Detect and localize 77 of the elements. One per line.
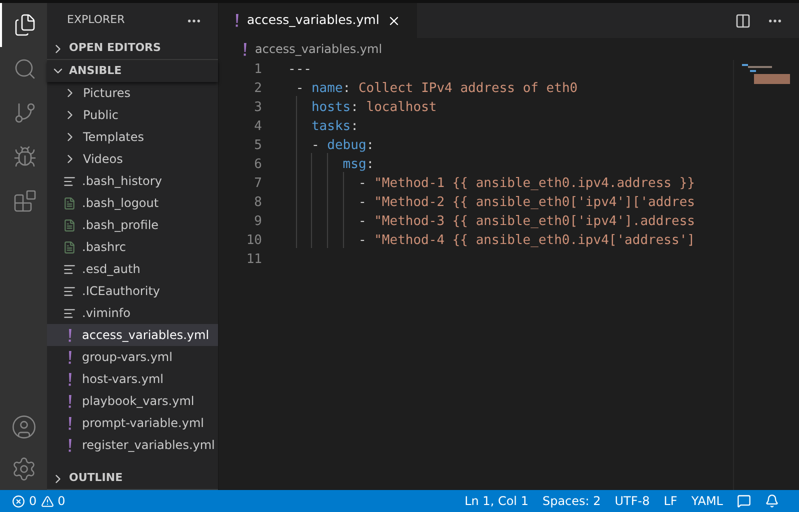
line-number: 11 <box>245 250 262 269</box>
exclamation-icon <box>235 14 239 27</box>
lines-icon <box>63 306 76 320</box>
file-item[interactable]: group-vars.yml <box>47 346 218 368</box>
breadcrumb[interactable]: access_variables.yml <box>255 40 382 58</box>
account-icon[interactable] <box>10 414 36 440</box>
status-item[interactable]: LF <box>664 492 678 510</box>
line-number: 6 <box>253 156 262 174</box>
document-icon <box>63 218 76 232</box>
line-number: 3 <box>253 98 262 117</box>
code-line: hosts: localhost <box>310 100 437 115</box>
file-item[interactable]: Pictures <box>47 82 218 104</box>
minimap-drawing <box>742 64 792 86</box>
file-item[interactable]: Templates <box>47 126 218 148</box>
sidebar-title: EXPLORER <box>67 12 125 28</box>
lines-icon <box>63 262 76 276</box>
code-line: - "Method-2 {{ ansible_eth0['ipv4']['addres <box>357 194 695 210</box>
error-count[interactable]: 0 <box>29 492 37 510</box>
exclamation-icon <box>243 42 247 56</box>
line-number: 7 <box>253 174 262 193</box>
exclamation-icon <box>68 372 72 386</box>
code-line: - name: Collect IPv4 address of eth0 <box>294 80 578 96</box>
files-icon <box>12 13 36 37</box>
bug-icon <box>12 145 36 169</box>
status-item[interactable]: UTF-8 <box>614 492 650 510</box>
exclamation-icon <box>68 350 72 364</box>
file-item[interactable]: playbook_vars.yml <box>47 390 218 412</box>
branch-icon <box>12 101 36 125</box>
line-number: 5 <box>253 136 262 155</box>
file-item[interactable]: host-vars.yml <box>47 368 218 390</box>
settings-icon[interactable] <box>10 456 36 482</box>
code-line: - "Method-3 {{ ansible_eth0['ipv4'].address <box>357 214 695 229</box>
editor-tab[interactable]: access_variables.yml <box>219 3 418 38</box>
feedback-icon[interactable] <box>737 494 751 508</box>
document-icon <box>63 240 76 254</box>
code-line: - debug: <box>310 138 374 153</box>
status-item[interactable]: YAML <box>691 492 723 510</box>
file-item[interactable]: .bash_history <box>47 170 218 192</box>
code-line: tasks: <box>310 118 358 134</box>
code-line: - "Method-4 {{ ansible_eth0.ipv4['address'] <box>357 232 695 248</box>
exclamation-icon <box>68 328 72 342</box>
line-number: 10 <box>245 232 262 250</box>
line-number: 4 <box>253 118 262 136</box>
exclamation-icon <box>68 394 72 408</box>
document-icon <box>63 196 76 210</box>
blocks-icon <box>12 189 36 213</box>
warning-icon <box>40 494 54 508</box>
split-icon[interactable] <box>735 12 751 28</box>
file-item[interactable]: .ICEauthority <box>47 280 218 302</box>
code-line: msg: <box>342 156 374 172</box>
status-item[interactable]: Spaces: 2 <box>542 492 601 510</box>
file-item[interactable]: .bash_logout <box>47 192 218 214</box>
file-item[interactable]: .viminfo <box>47 302 218 324</box>
code-line: - "Method-1 {{ ansible_eth0.ipv4.address }} <box>357 176 695 191</box>
lines-icon <box>63 284 76 298</box>
file-item[interactable]: prompt-variable.yml <box>47 412 218 434</box>
exclamation-icon <box>68 438 72 452</box>
line-number: 9 <box>253 212 262 231</box>
error-icon <box>12 494 25 508</box>
lines-icon <box>63 174 76 188</box>
file-item[interactable]: access_variables.yml <box>47 324 218 346</box>
file-item[interactable]: Public <box>47 104 218 126</box>
file-item[interactable]: .bash_profile <box>47 214 218 236</box>
line-number: 8 <box>253 194 262 212</box>
line-number: 2 <box>253 80 262 98</box>
code-line: --- <box>288 62 312 77</box>
bell-icon[interactable] <box>765 494 779 508</box>
file-item[interactable]: register_variables.yml <box>47 434 218 456</box>
file-item[interactable]: .bashrc <box>47 236 218 258</box>
search-icon <box>12 57 36 81</box>
line-number: 1 <box>253 60 262 79</box>
section-header[interactable]: ANSIBLE <box>47 60 218 82</box>
status-item[interactable]: Ln 1, Col 1 <box>464 492 528 510</box>
warning-count[interactable]: 0 <box>58 492 66 510</box>
exclamation-icon <box>68 416 72 430</box>
file-item[interactable]: .esd_auth <box>47 258 218 280</box>
file-item[interactable]: Videos <box>47 148 218 170</box>
